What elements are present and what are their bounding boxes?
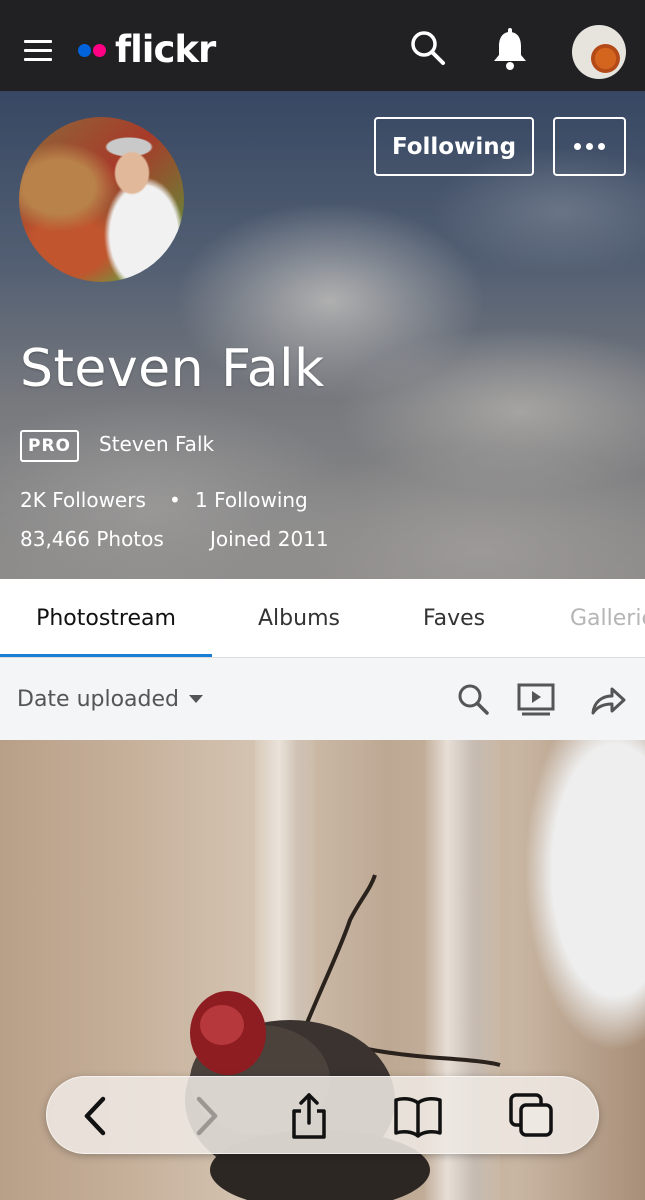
tab-faves[interactable]: Faves	[423, 579, 485, 657]
stats-separator: •	[169, 488, 181, 512]
more-dot	[574, 143, 581, 150]
more-dot	[598, 143, 605, 150]
more-options-button[interactable]	[553, 117, 626, 176]
top-navigation-bar: flickr	[0, 0, 645, 91]
user-avatar[interactable]	[572, 25, 626, 79]
followers-count[interactable]: 2K Followers	[20, 488, 146, 512]
following-count[interactable]: 1 Following	[195, 488, 308, 512]
menu-icon[interactable]	[24, 37, 54, 63]
joined-date: Joined 2011	[210, 527, 329, 551]
profile-avatar[interactable]	[19, 117, 184, 282]
slideshow-icon[interactable]	[516, 680, 556, 720]
chevron-down-icon	[189, 695, 204, 703]
search-icon[interactable]	[408, 28, 448, 68]
logo-blue-dot	[78, 43, 91, 57]
bell-icon[interactable]	[490, 28, 530, 70]
profile-cover: Following Steven Falk PRO Steven Falk 2K…	[0, 91, 645, 579]
browser-toolbar	[46, 1076, 599, 1154]
forward-icon[interactable]	[181, 1091, 231, 1141]
tab-galleries[interactable]: Galleries	[570, 579, 645, 657]
logo-pink-dot	[93, 43, 106, 57]
more-dot	[586, 143, 593, 150]
search-icon[interactable]	[454, 680, 494, 720]
tab-albums[interactable]: Albums	[258, 579, 340, 657]
sort-dropdown[interactable]: Date uploaded	[17, 658, 204, 740]
profile-tabs: Photostream Albums Faves Galleries	[0, 579, 645, 658]
share-icon[interactable]	[588, 680, 628, 720]
back-icon[interactable]	[71, 1091, 121, 1141]
bookmarks-icon[interactable]	[392, 1091, 442, 1141]
tab-photostream[interactable]: Photostream	[0, 579, 212, 657]
profile-name: Steven Falk	[20, 339, 325, 399]
flickr-logo[interactable]: flickr	[78, 28, 216, 72]
profile-real-name: Steven Falk	[99, 432, 215, 456]
share-icon[interactable]	[284, 1091, 334, 1141]
photostream-toolbar: Date uploaded	[0, 658, 645, 740]
logo-wordmark: flickr	[115, 28, 216, 71]
pro-badge: PRO	[20, 430, 79, 462]
sort-label: Date uploaded	[17, 686, 180, 712]
following-button[interactable]: Following	[374, 117, 534, 176]
tabs-icon[interactable]	[507, 1091, 557, 1141]
photos-count: 83,466 Photos	[20, 527, 164, 551]
